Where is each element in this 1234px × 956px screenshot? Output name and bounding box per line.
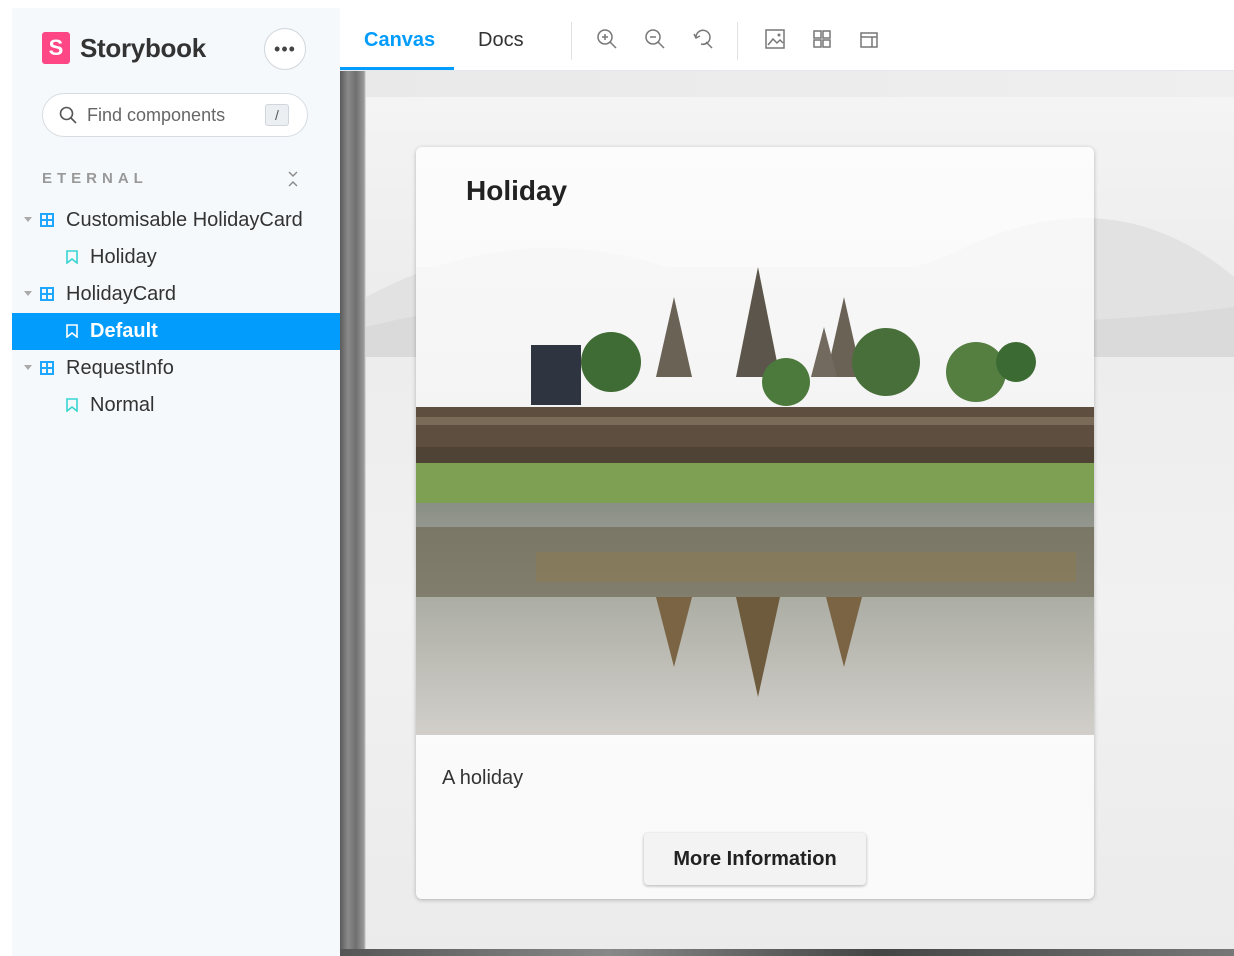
zoom-out-icon[interactable] <box>644 28 666 50</box>
tree-item-label: Default <box>90 320 158 342</box>
sidebar: S Storybook ••• Find components / ETERNA… <box>12 8 340 956</box>
tree-item-label: HolidayCard <box>66 283 177 305</box>
canvas-edge <box>340 949 1234 956</box>
card-description: A holiday <box>442 767 524 789</box>
bookmark-icon <box>66 398 78 412</box>
holiday-card: Holiday A holiday More Information <box>416 147 1094 899</box>
tree-item-label: Holiday <box>90 246 157 268</box>
search-icon <box>59 106 77 124</box>
section-title: ETERNAL <box>42 170 148 187</box>
component-tree: Customisable HolidayCard Holiday Holiday… <box>12 202 340 424</box>
caret-down-icon <box>24 291 32 296</box>
tree-item-label: RequestInfo <box>66 357 174 379</box>
tab-docs[interactable]: Docs <box>478 8 524 70</box>
search-input[interactable]: Find components <box>87 105 225 126</box>
tree-item-customisable-holidaycard[interactable]: Customisable HolidayCard <box>12 202 340 239</box>
temple-photo <box>416 267 1094 735</box>
tree-item-label: Normal <box>90 394 155 416</box>
tab-canvas[interactable]: Canvas <box>364 8 435 70</box>
temple-reflection-image <box>416 267 1094 735</box>
brand-name: Storybook <box>80 32 206 63</box>
toolbar-divider <box>571 22 572 60</box>
toolbar-divider <box>737 22 738 60</box>
tree-item-label: Customisable HolidayCard <box>66 209 303 231</box>
search-field[interactable]: Find components / <box>42 93 308 137</box>
more-information-button[interactable]: More Information <box>644 833 866 885</box>
collapse-all-icon[interactable] <box>286 170 300 188</box>
caret-down-icon <box>24 217 32 222</box>
more-options-button[interactable]: ••• <box>264 28 306 70</box>
active-tab-indicator <box>340 67 454 70</box>
storybook-logo-icon: S <box>42 32 70 64</box>
card-title: Holiday <box>466 175 568 206</box>
zoom-in-icon[interactable] <box>596 28 618 50</box>
tree-item-normal[interactable]: Normal <box>12 387 340 424</box>
component-icon <box>40 361 54 375</box>
tree-item-default[interactable]: Default <box>12 313 340 350</box>
background-icon[interactable] <box>764 28 786 50</box>
bookmark-icon <box>66 324 78 338</box>
tree-item-holidaycard[interactable]: HolidayCard <box>12 276 340 313</box>
bookmark-icon <box>66 250 78 264</box>
toolbar: Canvas Docs <box>340 8 1234 71</box>
tree-item-requestinfo[interactable]: RequestInfo <box>12 350 340 387</box>
search-shortcut-badge: / <box>265 104 289 126</box>
grid-icon[interactable] <box>811 28 833 50</box>
brand[interactable]: S Storybook <box>42 32 206 64</box>
component-icon <box>40 213 54 227</box>
measure-icon[interactable] <box>858 28 880 50</box>
caret-down-icon <box>24 365 32 370</box>
zoom-reset-icon[interactable] <box>692 28 714 50</box>
tree-item-holiday[interactable]: Holiday <box>12 239 340 276</box>
component-icon <box>40 287 54 301</box>
